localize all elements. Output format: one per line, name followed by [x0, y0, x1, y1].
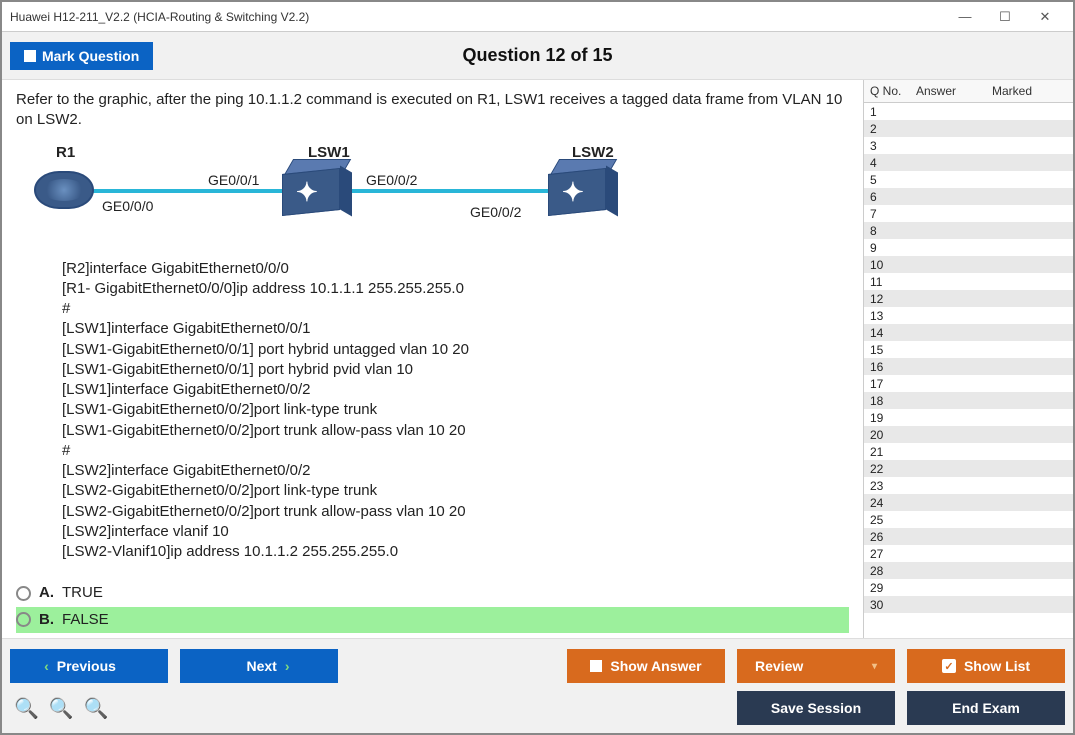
bottom-bar: ‹ Previous Next › Show Answer Review ▾ ✓…: [2, 638, 1073, 733]
qlist-row[interactable]: 9: [864, 239, 1073, 256]
mark-question-button[interactable]: Mark Question: [10, 42, 153, 70]
qlist-row[interactable]: 18: [864, 392, 1073, 409]
qlist-row[interactable]: 11: [864, 273, 1073, 290]
qlist-row[interactable]: 28: [864, 562, 1073, 579]
qlist-row[interactable]: 12: [864, 290, 1073, 307]
checkbox-icon: [24, 50, 36, 62]
col-marked: Marked: [992, 84, 1067, 98]
qlist-row[interactable]: 13: [864, 307, 1073, 324]
qlist-row[interactable]: 15: [864, 341, 1073, 358]
header-bar: Mark Question Question 12 of 15: [2, 32, 1073, 80]
save-session-label: Save Session: [771, 700, 861, 716]
qlist-row[interactable]: 22: [864, 460, 1073, 477]
switch-lsw2-icon: ✦: [548, 159, 618, 219]
qlist-row[interactable]: 16: [864, 358, 1073, 375]
config-text: [R2]interface GigabitEthernet0/0/0 [R1- …: [62, 259, 849, 563]
question-content: Refer to the graphic, after the ping 10.…: [2, 80, 863, 638]
qlist-row[interactable]: 21: [864, 443, 1073, 460]
qlist-row[interactable]: 5: [864, 171, 1073, 188]
review-label: Review: [755, 658, 803, 674]
option-a[interactable]: A. TRUE: [16, 580, 849, 606]
show-list-button[interactable]: ✓ Show List: [907, 649, 1065, 683]
qlist-row[interactable]: 7: [864, 205, 1073, 222]
option-b-letter: B.: [39, 610, 54, 630]
previous-label: Previous: [57, 658, 116, 674]
iface-ge001: GE0/0/1: [208, 171, 259, 190]
question-counter: Question 12 of 15: [462, 45, 612, 66]
mark-question-label: Mark Question: [42, 48, 139, 64]
qlist-header: Q No. Answer Marked: [864, 80, 1073, 103]
qlist-row[interactable]: 2: [864, 120, 1073, 137]
chevron-right-icon: ›: [285, 658, 290, 674]
close-button[interactable]: ✕: [1025, 3, 1065, 31]
save-session-button[interactable]: Save Session: [737, 691, 895, 725]
col-answer: Answer: [916, 84, 992, 98]
qlist-row[interactable]: 1: [864, 103, 1073, 120]
radio-icon-a: [16, 586, 31, 601]
question-text: Refer to the graphic, after the ping 10.…: [16, 90, 849, 131]
titlebar: Huawei H12-211_V2.2 (HCIA-Routing & Swit…: [2, 2, 1073, 32]
show-answer-label: Show Answer: [610, 658, 701, 674]
end-exam-button[interactable]: End Exam: [907, 691, 1065, 725]
qlist-row[interactable]: 24: [864, 494, 1073, 511]
qlist-row[interactable]: 25: [864, 511, 1073, 528]
show-answer-button[interactable]: Show Answer: [567, 649, 725, 683]
answer-options: A. TRUE B. FALSE: [16, 580, 849, 633]
iface-ge002b: GE0/0/2: [470, 203, 521, 222]
iface-ge002a: GE0/0/2: [366, 171, 417, 190]
qlist-row[interactable]: 3: [864, 137, 1073, 154]
zoom-in-icon[interactable]: 🔍: [14, 696, 39, 721]
question-list-panel: Q No. Answer Marked 12345678910111213141…: [863, 80, 1073, 638]
next-label: Next: [246, 658, 276, 674]
option-a-letter: A.: [39, 583, 54, 603]
zoom-reset-icon[interactable]: 🔍: [49, 696, 74, 721]
previous-button[interactable]: ‹ Previous: [10, 649, 168, 683]
qlist-row[interactable]: 27: [864, 545, 1073, 562]
radio-icon-b: [16, 612, 31, 627]
qlist-row[interactable]: 6: [864, 188, 1073, 205]
qlist-row[interactable]: 23: [864, 477, 1073, 494]
qlist-row[interactable]: 14: [864, 324, 1073, 341]
option-b[interactable]: B. FALSE: [16, 607, 849, 633]
minimize-button[interactable]: —: [945, 3, 985, 31]
qlist-row[interactable]: 20: [864, 426, 1073, 443]
col-qno: Q No.: [870, 84, 916, 98]
chevron-left-icon: ‹: [44, 658, 49, 674]
end-exam-label: End Exam: [952, 700, 1020, 716]
show-list-label: Show List: [964, 658, 1030, 674]
next-button[interactable]: Next ›: [180, 649, 338, 683]
qlist-row[interactable]: 26: [864, 528, 1073, 545]
router-icon: [34, 171, 94, 209]
r1-label: R1: [56, 143, 75, 163]
qlist-row[interactable]: 8: [864, 222, 1073, 239]
network-diagram: R1 LSW1 LSW2 ✦ ✦ GE0/0/0 GE0/0/1 GE0/0/2…: [30, 143, 630, 253]
zoom-out-icon[interactable]: 🔍: [84, 696, 109, 721]
window-title: Huawei H12-211_V2.2 (HCIA-Routing & Swit…: [10, 10, 945, 24]
review-button[interactable]: Review ▾: [737, 649, 895, 683]
qlist-row[interactable]: 10: [864, 256, 1073, 273]
qlist-row[interactable]: 29: [864, 579, 1073, 596]
option-b-text: FALSE: [62, 610, 109, 630]
switch-lsw1-icon: ✦: [282, 159, 352, 219]
box-icon: [590, 660, 602, 672]
iface-ge000: GE0/0/0: [102, 197, 153, 216]
qlist-row[interactable]: 17: [864, 375, 1073, 392]
check-icon: ✓: [942, 659, 956, 673]
qlist-row[interactable]: 19: [864, 409, 1073, 426]
qlist-row[interactable]: 4: [864, 154, 1073, 171]
chevron-down-icon: ▾: [872, 661, 877, 672]
option-a-text: TRUE: [62, 583, 103, 603]
qlist-body[interactable]: 1234567891011121314151617181920212223242…: [864, 103, 1073, 638]
maximize-button[interactable]: ☐: [985, 3, 1025, 31]
qlist-row[interactable]: 30: [864, 596, 1073, 613]
